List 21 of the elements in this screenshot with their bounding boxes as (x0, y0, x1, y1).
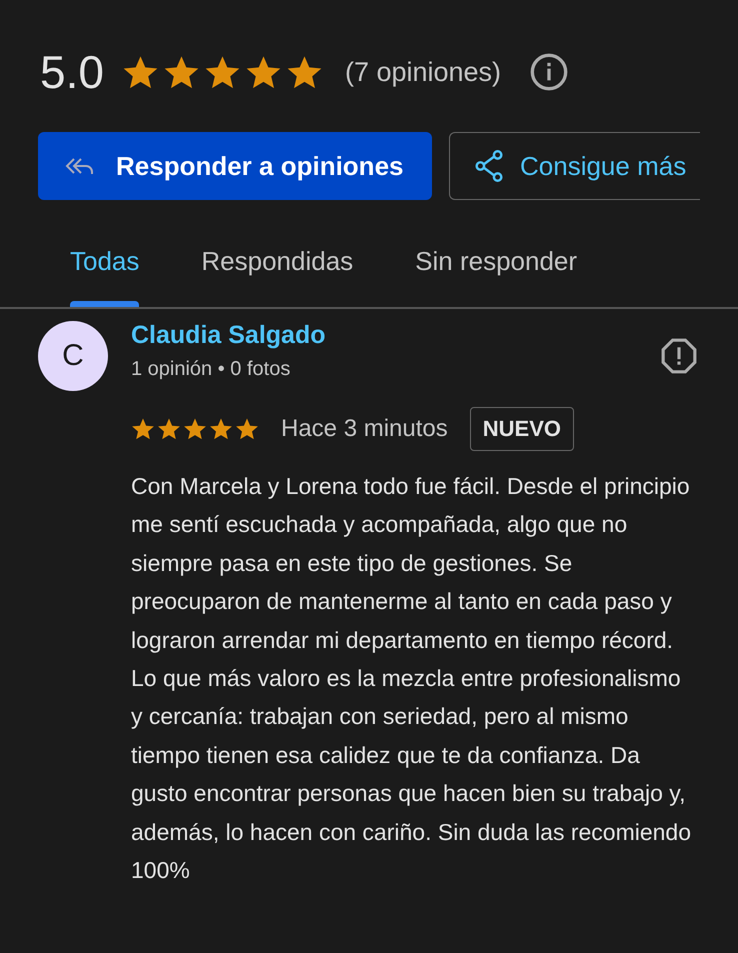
share-button[interactable]: Consigue más (449, 132, 700, 200)
author-name[interactable]: Claudia Salgado (131, 321, 326, 350)
star-icon (183, 417, 207, 441)
info-icon[interactable] (529, 52, 570, 92)
star-icon (157, 417, 181, 441)
review-text: Con Marcela y Lorena todo fue fácil. Desde el principio me sentí escuchada y acompañada, algo que no siempre pasa en este tipo de gestiones. Se preocuparon de mantenerme al tanto en cada paso y lograron arrendar mi departamento en tiempo récord. Lo que más valoro es la mezcla entre profesionalismo y cercanía: trabajan con seriedad, pero al mismo tiempo tienen esa calidez que te da confianza. Da gusto encontrar personas que hacen bien su trabajo y, además, lo hacen con cariño. Sin duda las recomiendo 100% (131, 472, 691, 886)
reply-button[interactable]: Responder a opiniones (38, 132, 432, 200)
share-icon (474, 150, 504, 182)
review-time: Hace 3 minutos (281, 415, 448, 443)
star-icon (131, 417, 155, 441)
filter-tab[interactable]: Respondidas (171, 238, 384, 307)
rating-value: 5.0 (40, 45, 104, 99)
new-badge: NUEVO (470, 407, 574, 451)
review-count: (7 opiniones) (344, 56, 502, 88)
report-icon[interactable] (660, 337, 698, 375)
filter-tab[interactable]: Todas (40, 238, 170, 307)
avatar: C (38, 321, 108, 391)
star-icon (209, 417, 233, 441)
filter-tab[interactable]: Sin responder (385, 238, 608, 307)
author-meta: 1 opinión • 0 fotos (131, 358, 292, 381)
star-icon (235, 417, 259, 441)
